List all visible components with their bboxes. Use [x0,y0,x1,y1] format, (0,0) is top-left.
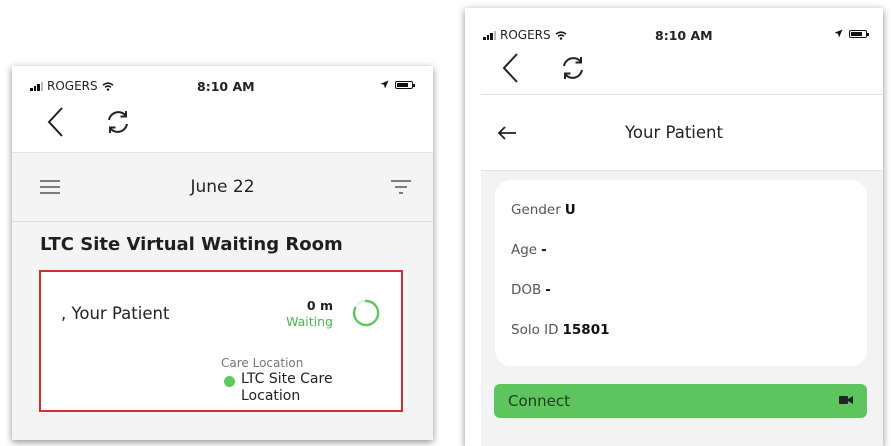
solo-id-row: Solo ID 15801 [511,322,609,338]
refresh-icon [563,57,583,79]
back-button[interactable] [501,52,521,84]
gender-row: Gender U [511,202,576,218]
back-chevron-icon [502,53,518,83]
back-chevron-icon [47,107,63,137]
back-button[interactable] [46,106,66,138]
wifi-icon [555,30,567,40]
date-header: June 22 [12,152,433,222]
room-title: LTC Site Virtual Waiting Room [40,234,343,255]
refresh-icon [108,111,128,133]
top-nav [46,106,132,138]
header-date: June 22 [190,177,255,197]
status-bar: ROGERS 8:10 AM [12,76,433,98]
page-header: Your Patient [465,95,883,171]
refresh-button[interactable] [104,108,132,136]
status-right-icons [380,80,415,89]
solo-id-value: 15801 [562,322,610,338]
age-label: Age [511,242,538,258]
dob-row: DOB - [511,282,551,298]
connect-button[interactable]: Connect [494,384,867,418]
location-status-dot [224,376,235,387]
location-arrow-icon [380,80,389,89]
refresh-button[interactable] [559,54,587,82]
wait-time: 0 m [306,298,333,313]
status-bar: ROGERS 8:10 AM [465,28,883,50]
signal-bars-icon [483,30,496,40]
waiting-room-screen: ROGERS 8:10 AM June 22 LTC Site Virtual … [12,66,433,440]
carrier-name: ROGERS [500,28,551,42]
care-location-name: LTC Site Care Location [241,371,333,404]
waiting-room-section: LTC Site Virtual Waiting Room , Your Pat… [12,222,433,440]
page-title: Your Patient [625,123,723,142]
patient-detail-screen: ROGERS 8:10 AM Your Patient Gender U Age - [465,8,883,446]
progress-ring-icon [352,299,380,327]
care-location-label: Care Location [221,356,304,370]
dob-value: - [545,282,551,298]
video-camera-icon [839,396,853,404]
clock-time: 8:10 AM [197,79,255,94]
battery-icon [395,80,415,89]
battery-icon [849,29,869,38]
age-value: - [541,242,547,258]
gender-label: Gender [511,202,561,218]
dob-label: DOB [511,282,542,298]
filter-button[interactable] [391,179,411,195]
patient-card[interactable]: , Your Patient 0 m Waiting Care Location… [39,270,403,412]
solo-id-label: Solo ID [511,322,559,338]
clock-time: 8:10 AM [655,28,713,43]
carrier-group: ROGERS [30,79,114,93]
patient-name: , Your Patient [61,304,170,323]
top-nav [501,52,587,84]
status-right-icons [834,29,869,38]
age-row: Age - [511,242,547,258]
wifi-icon [102,81,114,91]
carrier-group: ROGERS [483,28,567,42]
connect-label: Connect [508,392,571,410]
location-arrow-icon [834,29,843,38]
patient-status: Waiting [286,314,333,329]
carrier-name: ROGERS [47,79,98,93]
patient-info-card: Gender U Age - DOB - Solo ID 15801 [495,180,867,366]
filter-icon [391,180,411,194]
signal-bars-icon [30,81,43,91]
gender-value: U [564,202,576,218]
